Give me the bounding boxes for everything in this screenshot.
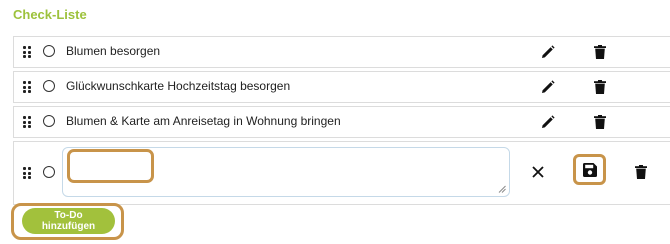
trash-icon[interactable]	[592, 44, 608, 60]
drag-handle-icon[interactable]	[23, 116, 32, 128]
new-item-row	[13, 141, 670, 205]
radio-circle-icon[interactable]	[43, 166, 55, 178]
drag-handle-icon[interactable]	[23, 81, 32, 93]
floppy-disk-icon	[582, 162, 597, 177]
drag-handle-icon[interactable]	[23, 46, 32, 58]
pencil-icon[interactable]	[540, 114, 556, 130]
list-item: Blumen besorgen	[13, 36, 670, 68]
list-item-label: Blumen & Karte am Anreisetag in Wohnung …	[66, 114, 341, 128]
list-item: Glückwunschkarte Hochzeitstag besorgen	[13, 71, 670, 103]
radio-circle-icon[interactable]	[43, 45, 55, 57]
trash-icon[interactable]	[592, 114, 608, 130]
close-icon[interactable]	[530, 164, 546, 180]
list-item: Blumen & Karte am Anreisetag in Wohnung …	[13, 106, 670, 138]
resize-grip-icon[interactable]	[498, 185, 506, 193]
trash-icon[interactable]	[633, 164, 649, 180]
radio-circle-icon[interactable]	[43, 115, 55, 127]
drag-handle-icon[interactable]	[23, 167, 32, 179]
checklist: Blumen besorgen Glückwunschkarte Hochzei…	[13, 36, 670, 208]
trash-icon[interactable]	[592, 79, 608, 95]
list-item-label: Blumen besorgen	[66, 44, 161, 58]
pencil-icon[interactable]	[540, 79, 556, 95]
save-button[interactable]	[573, 154, 606, 185]
add-todo-button[interactable]: To-Do hinzufügen	[22, 208, 115, 234]
pencil-icon[interactable]	[540, 44, 556, 60]
radio-circle-icon[interactable]	[43, 80, 55, 92]
list-item-label: Glückwunschkarte Hochzeitstag besorgen	[66, 79, 291, 93]
page-title: Check-Liste	[13, 7, 87, 22]
input-highlight	[67, 149, 154, 183]
